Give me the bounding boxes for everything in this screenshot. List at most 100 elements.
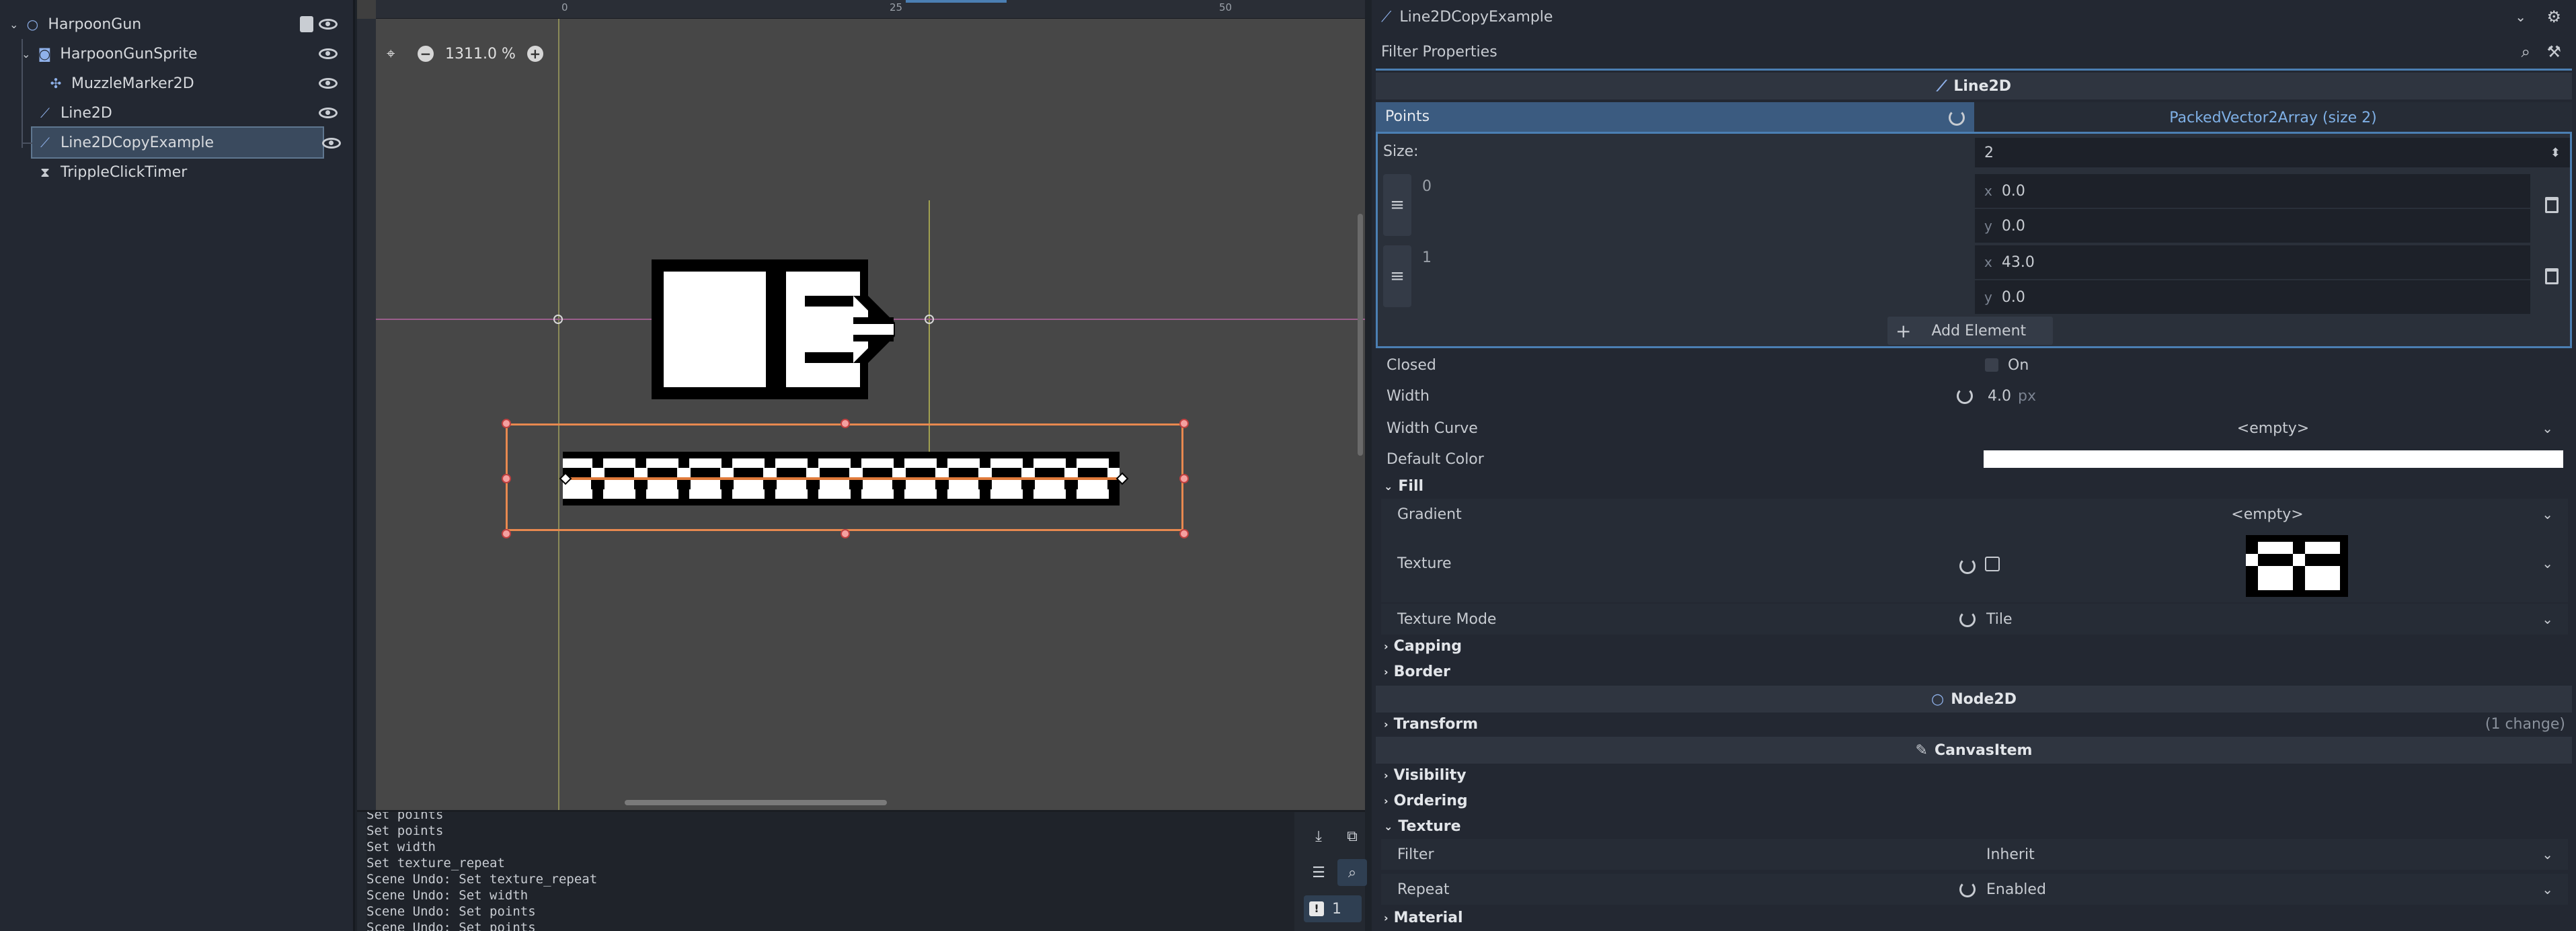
capping-group[interactable]: › Capping [1384,633,1462,659]
visibility-eye-icon[interactable] [319,19,338,30]
chevron-down-icon[interactable]: ⌄ [2542,420,2553,436]
tree-item-harpoongunsprite[interactable]: ⌄ ◙ HarpoonGunSprite [0,39,350,69]
chevron-down-icon[interactable]: ⌄ [2542,611,2553,627]
size-spinbox[interactable]: 2 ⬍ [1975,138,2570,167]
error-filter-toggle[interactable]: ! 1 [1304,895,1362,922]
chevron-right-icon: › [1384,794,1389,807]
output-panel: Set points Set points Set width Set text… [357,810,1367,931]
gear-icon[interactable]: ⚙ [2546,7,2561,26]
line2d-texture-preview[interactable] [555,452,1133,505]
line2d-icon: ⟋ [40,134,50,151]
revert-icon[interactable] [1957,388,1973,404]
width-curve-resource[interactable]: <empty> [1978,415,2568,442]
tree-item-line2dcopyexample[interactable]: ⟋ Line2DCopyExample [31,126,324,159]
tree-item-muzzlemarker2d[interactable]: ✣ MuzzleMarker2D [0,69,350,98]
texture-file-icon[interactable] [1985,557,2000,571]
filter-dropdown[interactable]: Inherit [1978,841,2568,868]
ruler-left [357,19,376,810]
revert-icon[interactable] [1959,611,1976,627]
chevron-right-icon: › [1384,911,1389,924]
width-field[interactable]: 4.0 px [1978,382,2568,409]
size-value: 2 [1984,144,1994,161]
trash-icon[interactable] [2545,197,2559,213]
visibility-group[interactable]: › Visibility [1384,762,1467,788]
axis-label: y [1984,218,1992,234]
size-label: Size: [1383,143,1419,160]
tools-icon[interactable]: ⚒ [2546,42,2561,61]
drag-handle-icon[interactable]: ≡ [1383,245,1411,307]
material-group[interactable]: › Material [1384,905,1463,930]
trash-icon[interactable] [2545,268,2559,284]
ruler-label: 0 [561,1,568,13]
element-0-x-field[interactable]: x 0.0 [1975,174,2530,208]
fill-group[interactable]: ⌄ Fill [1384,473,1423,499]
property-label: Texture [1397,555,1452,572]
default-color-swatch[interactable] [1984,450,2563,468]
script-icon[interactable] [300,16,313,32]
copy-output-button[interactable]: ⧉ [1337,823,1367,850]
section-canvasitem[interactable]: ✎ CanvasItem [1376,737,2572,764]
marker-icon: ✣ [50,75,62,91]
zoom-in-button[interactable]: + [526,46,543,62]
revert-icon[interactable] [1959,881,1976,897]
points-array-button[interactable]: PackedVector2Array (size 2) [1974,102,2572,133]
element-1-y-field[interactable]: y 0.0 [1975,280,2530,314]
snap-icon[interactable]: ⌖ [387,46,395,63]
collapse-arrow-icon[interactable]: ⌄ [9,18,18,31]
gradient-resource[interactable]: <empty> [1978,501,2557,528]
chevron-right-icon: › [1384,768,1389,782]
collapse-arrow-icon[interactable]: ⌄ [22,48,30,60]
zoom-level[interactable]: 1311.0 % [445,46,516,63]
log-line: Set texture_repeat [366,856,505,871]
closed-checkbox[interactable] [1985,358,1998,372]
visibility-eye-icon[interactable] [319,108,338,118]
section-node2d[interactable]: ○ Node2D [1376,686,2572,713]
ruler-label: 50 [1219,1,1233,13]
search-icon[interactable]: ⌕ [2522,42,2530,61]
revert-icon[interactable] [1959,558,1976,574]
tree-item-harpoongun[interactable]: ⌄ ○ HarpoonGun [0,9,350,39]
visibility-eye-icon[interactable] [319,78,338,89]
search-icon[interactable]: ⌕ [1337,859,1367,886]
texture-group[interactable]: ⌄ Texture [1384,813,1461,839]
revert-icon[interactable] [1949,110,1965,126]
element-0-y-field[interactable]: y 0.0 [1975,209,2530,243]
sprite-icon: ◙ [38,46,52,62]
chevron-down-icon[interactable]: ⌄ [2542,846,2553,862]
chevron-down-icon[interactable]: ⌄ [2515,9,2526,25]
tree-item-line2d[interactable]: ⟋ Line2D [0,98,350,128]
vertical-scrollbar[interactable] [1358,214,1363,456]
property-label: Repeat [1397,881,1450,898]
spinner-arrows-icon[interactable]: ⬍ [2550,146,2561,160]
ordering-group[interactable]: › Ordering [1384,788,1468,813]
visibility-eye-icon[interactable] [319,48,338,59]
filter-properties-input[interactable]: Filter Properties [1381,44,1497,60]
repeat-dropdown[interactable]: Enabled [1978,876,2568,903]
visibility-eye-icon[interactable] [322,138,341,149]
output-log[interactable]: Set points Set points Set width Set text… [366,812,1294,931]
zoom-out-button[interactable]: − [418,46,434,62]
clear-output-button[interactable]: ⤓ [1304,823,1333,850]
chevron-down-icon[interactable]: ⌄ [2542,555,2553,571]
texture-thumbnail[interactable] [2246,535,2348,597]
log-line: Scene Undo: Set points [366,904,536,919]
chevron-down-icon[interactable]: ⌄ [2542,506,2553,522]
element-x-value: 43.0 [2001,253,2035,271]
add-element-button[interactable]: + Add Element [1887,317,2053,345]
element-1-x-field[interactable]: x 43.0 [1975,245,2530,279]
chevron-down-icon[interactable]: ⌄ [2542,881,2553,897]
drag-handle-icon[interactable]: ≡ [1383,174,1411,236]
tree-item-trippleclicktimer[interactable]: ⧗ TrippleClickTimer [0,157,350,187]
inspector-object-header[interactable]: ⟋ Line2DCopyExample ⌄ ⚙ [1372,0,2576,34]
harpoon-gun-sprite[interactable] [652,259,915,399]
tree-connector [22,39,23,148]
horizontal-scrollbar[interactable] [625,800,887,805]
filter-lines-button[interactable]: ☰ [1304,859,1333,886]
texture-mode-dropdown[interactable]: Tile [1978,606,2568,633]
section-line2d[interactable]: ⟋ Line2D [1376,73,2572,99]
border-group[interactable]: › Border [1384,659,1450,684]
ruler-highlight [906,0,1007,3]
points-property[interactable]: Points [1376,102,1974,133]
canvas-area[interactable]: ⌖ − 1311.0 % + [376,19,1365,810]
transform-group[interactable]: › Transform (1 change) [1384,711,2571,737]
